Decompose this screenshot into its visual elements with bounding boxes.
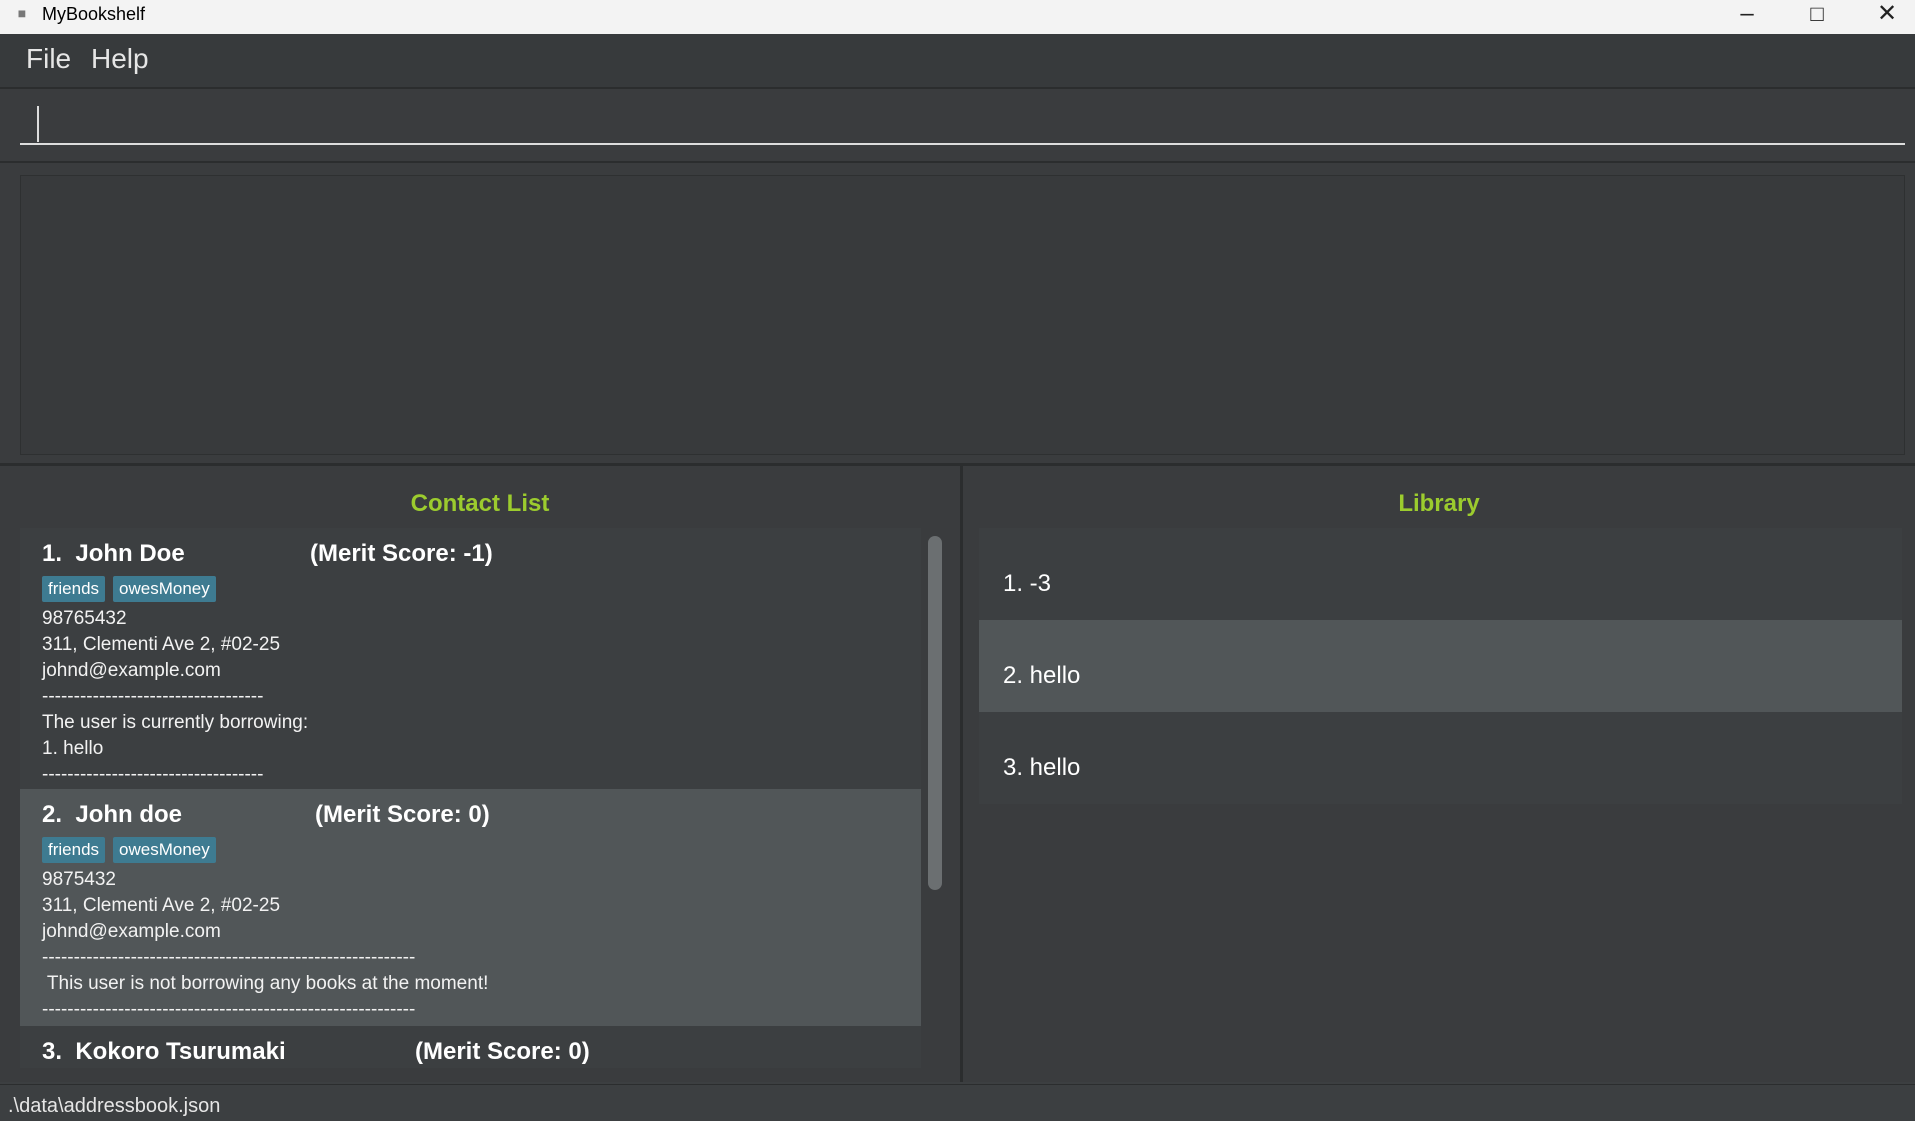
merit-score: (Merit Score: -1) [310, 540, 493, 567]
separator: ----------------------------------------… [42, 999, 416, 1020]
contact-address: 311, Clementi Ave 2, #02-25 [42, 634, 281, 655]
contact-list-panel: Contact List 1. John Doe (Merit Score: -… [0, 466, 963, 1082]
tag-list: friends owesMoney [42, 837, 224, 863]
contact-name: 3. Kokoro Tsurumaki [42, 1038, 286, 1065]
contact-name: 1. John Doe [42, 540, 185, 567]
borrow-status: The user is currently borrowing: [42, 712, 309, 733]
contact-list[interactable]: 1. John Doe (Merit Score: -1) friends owe… [20, 528, 921, 1068]
contact-card[interactable]: 1. John Doe (Merit Score: -1) friends owe… [20, 528, 921, 789]
menu-file[interactable]: File [20, 43, 77, 75]
contact-card[interactable]: 3. Kokoro Tsurumaki (Merit Score: 0) [20, 1026, 921, 1068]
library-item[interactable]: 3. hello [979, 712, 1902, 804]
app-icon: ■ [17, 5, 27, 21]
contact-email: johnd@example.com [42, 660, 221, 681]
contact-card[interactable]: 2. John doe (Merit Score: 0) friends owes… [20, 789, 921, 1026]
library-item[interactable]: 2. hello [979, 620, 1902, 712]
minimize-icon[interactable]: – [1712, 0, 1782, 34]
merit-score: (Merit Score: 0) [315, 801, 490, 828]
library-list[interactable]: 1. -3 2. hello 3. hello [979, 528, 1902, 804]
library-panel: Library 1. -3 2. hello 3. hello [963, 466, 1915, 1082]
contact-address: 311, Clementi Ave 2, #02-25 [42, 895, 281, 916]
contact-list-title: Contact List [410, 490, 550, 517]
result-display [20, 175, 1905, 455]
command-box-area [0, 89, 1915, 163]
contact-phone: 9875432 [42, 869, 116, 890]
tag: friends [42, 837, 106, 863]
borrowed-book: 1. hello [42, 738, 104, 759]
maximize-icon[interactable]: □ [1782, 0, 1852, 34]
title-bar: ■ MyBookshelf – □ ✕ [0, 0, 1915, 34]
tag: friends [42, 576, 106, 602]
contact-phone: 98765432 [42, 608, 127, 629]
contact-list-scrollbar[interactable] [928, 536, 942, 890]
contact-name: 2. John doe [42, 801, 183, 828]
separator: ----------------------------------- [42, 686, 264, 707]
separator: ----------------------------------------… [42, 947, 416, 968]
tag: owesMoney [113, 576, 216, 602]
menu-bar: File Help [0, 34, 1915, 89]
separator: ----------------------------------- [42, 764, 264, 785]
text-caret [37, 106, 39, 142]
close-icon[interactable]: ✕ [1852, 0, 1915, 34]
book-title: 3. hello [1003, 754, 1081, 781]
file-path: .\data\addressbook.json [8, 1095, 221, 1117]
contact-email: johnd@example.com [42, 921, 221, 942]
status-bar: .\data\addressbook.json [0, 1084, 1915, 1121]
book-title: 1. -3 [1003, 570, 1052, 597]
book-title: 2. hello [1003, 662, 1081, 689]
tag-list: friends owesMoney [42, 576, 224, 602]
command-input[interactable] [20, 101, 1905, 145]
library-title: Library [1398, 490, 1480, 517]
tag: owesMoney [113, 837, 216, 863]
window-title: MyBookshelf [42, 4, 146, 24]
result-display-area [0, 163, 1915, 466]
library-item[interactable]: 1. -3 [979, 528, 1902, 620]
merit-score: (Merit Score: 0) [415, 1038, 590, 1065]
menu-help[interactable]: Help [85, 43, 155, 75]
borrow-status: This user is not borrowing any books at … [42, 973, 489, 994]
